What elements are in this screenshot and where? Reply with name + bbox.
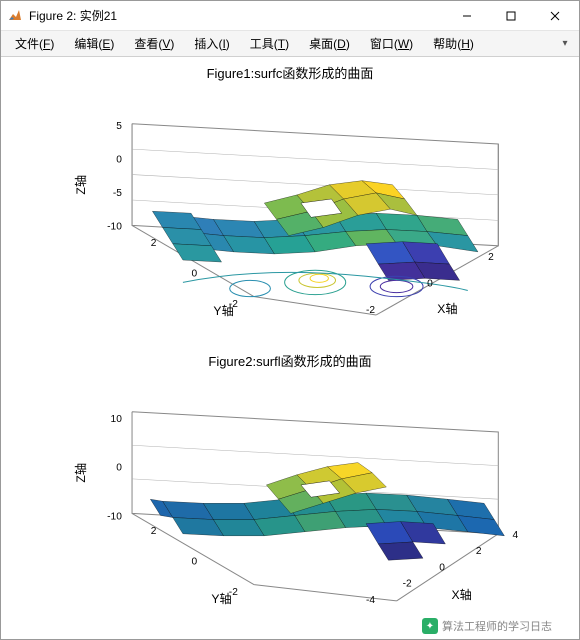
menu-edit[interactable]: 编辑(E) [64,32,124,55]
zlabel-top: Z轴 [73,175,88,195]
minimize-button[interactable] [445,2,489,30]
plot3d-top: 5 0 -5 -10 2 0 -2 -2 0 2 Z轴 Y轴 X轴 [57,83,553,317]
svg-text:0: 0 [192,268,198,279]
svg-text:2: 2 [488,252,494,263]
menu-tools[interactable]: 工具(T) [240,32,299,55]
menu-file[interactable]: 文件(F) [5,32,64,55]
svg-text:-10: -10 [107,222,122,233]
svg-text:0: 0 [116,154,122,165]
svg-text:10: 10 [111,414,123,425]
subplot-top-title: Figure1:surfc函数形成的曲面 [7,63,573,82]
axes3d-top: 5 0 -5 -10 2 0 -2 -2 0 2 Z轴 Y轴 X轴 [57,83,553,317]
xlabel-bottom: X轴 [452,587,472,602]
svg-text:-2: -2 [403,579,412,590]
svg-text:4: 4 [513,530,519,541]
svg-text:2: 2 [151,238,157,249]
svg-text:0: 0 [439,562,445,573]
svg-text:-10: -10 [107,512,122,523]
axes3d-bottom: 10 0 -10 2 0 -2 -4 -2 0 2 4 Z轴 Y轴 X轴 [57,371,553,605]
close-button[interactable] [533,2,577,30]
menubar: 文件(F) 编辑(E) 查看(V) 插入(I) 工具(T) 桌面(D) 窗口(W… [1,31,579,57]
maximize-button[interactable] [489,2,533,30]
svg-text:5: 5 [116,121,122,132]
svg-text:-2: -2 [366,305,375,316]
window-controls [445,2,577,30]
ylabel-top: Y轴 [213,303,233,317]
svg-text:0: 0 [116,463,122,474]
svg-text:0: 0 [427,278,433,289]
menu-overflow-icon[interactable]: ▾ [555,38,575,49]
subplot-bottom[interactable]: Figure2:surfl函数形成的曲面 [7,349,573,633]
svg-text:2: 2 [151,526,157,537]
menu-window[interactable]: 窗口(W) [360,32,423,55]
minimize-icon [462,11,472,21]
menu-view[interactable]: 查看(V) [124,32,184,55]
plot3d-bottom: 10 0 -10 2 0 -2 -4 -2 0 2 4 Z轴 Y轴 X轴 [57,371,553,605]
xlabel-top: X轴 [437,301,457,316]
matlab-icon [7,8,23,24]
menu-help[interactable]: 帮助(H) [423,32,484,55]
maximize-icon [506,11,516,21]
figure-window: Figure 2: 实例21 文件(F) 编辑(E) 查看(V) 插入(I) 工… [0,0,580,640]
ylabel-bottom: Y轴 [211,591,231,605]
svg-text:-5: -5 [113,188,122,199]
figure-area: Figure1:surfc函数形成的曲面 [1,57,579,639]
subplot-top[interactable]: Figure1:surfc函数形成的曲面 [7,61,573,345]
subplot-bottom-title: Figure2:surfl函数形成的曲面 [7,351,573,370]
menu-desktop[interactable]: 桌面(D) [299,32,360,55]
titlebar: Figure 2: 实例21 [1,1,579,31]
zlabel-bottom: Z轴 [73,463,88,483]
surface-bottom [150,463,504,561]
svg-text:-4: -4 [366,595,375,605]
window-title: Figure 2: 实例21 [29,7,445,24]
menu-insert[interactable]: 插入(I) [184,32,239,55]
svg-text:2: 2 [476,546,482,557]
close-icon [550,11,560,21]
svg-text:0: 0 [192,556,198,567]
